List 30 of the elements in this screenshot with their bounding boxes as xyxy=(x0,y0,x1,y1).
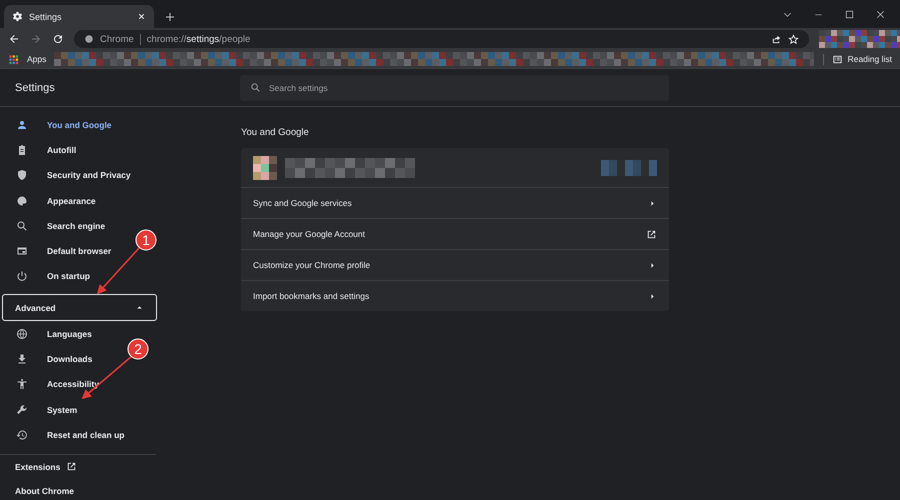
sidebar-item[interactable]: Default browser xyxy=(0,238,118,264)
sidebar-item[interactable]: Appearance xyxy=(0,188,102,214)
address-bar[interactable]: Chrome chrome://settings/people xyxy=(74,30,809,48)
settings-row[interactable]: Customize your Chrome profile xyxy=(241,250,669,281)
settings-row[interactable]: Sync and Google services xyxy=(241,188,669,219)
sidebar-link[interactable]: Extensions xyxy=(0,454,232,479)
reading-list-button[interactable]: Reading list xyxy=(822,54,892,64)
search-field[interactable]: Search settings xyxy=(240,74,669,100)
sidebar-item[interactable]: Search engine xyxy=(0,213,112,238)
page-title: Settings xyxy=(14,82,56,94)
sidebar-item[interactable]: On startup xyxy=(0,264,96,290)
sidebar-item[interactable]: Downloads xyxy=(0,346,98,372)
sidebar-item[interactable]: Reset and clean up xyxy=(0,422,130,448)
browser-tab[interactable]: Settings xyxy=(4,5,154,28)
sidebar-item[interactable]: Accessibility xyxy=(0,372,105,397)
url-text: chrome://settings/people xyxy=(146,34,250,44)
annotation-badge: 1 xyxy=(136,230,156,250)
site-label: Chrome xyxy=(100,34,134,44)
sidebar-item[interactable]: Autofill xyxy=(0,137,82,163)
settings-row[interactable]: Import bookmarks and settings xyxy=(241,281,669,311)
sidebar-item[interactable]: Security and Privacy xyxy=(0,162,137,188)
sidebar-item[interactable]: You and Google xyxy=(0,112,118,138)
sidebar-item[interactable]: Languages xyxy=(0,321,98,346)
advanced-toggle[interactable]: Advanced xyxy=(2,294,157,322)
section-title: You and Google xyxy=(241,127,310,138)
annotation-badge: 2 xyxy=(128,338,148,360)
settings-row[interactable]: Manage your Google Account xyxy=(241,219,669,250)
apps-link[interactable]: Apps xyxy=(27,54,46,64)
sidebar-link[interactable]: About Chrome xyxy=(0,478,232,500)
sidebar-item[interactable]: System xyxy=(0,396,84,422)
